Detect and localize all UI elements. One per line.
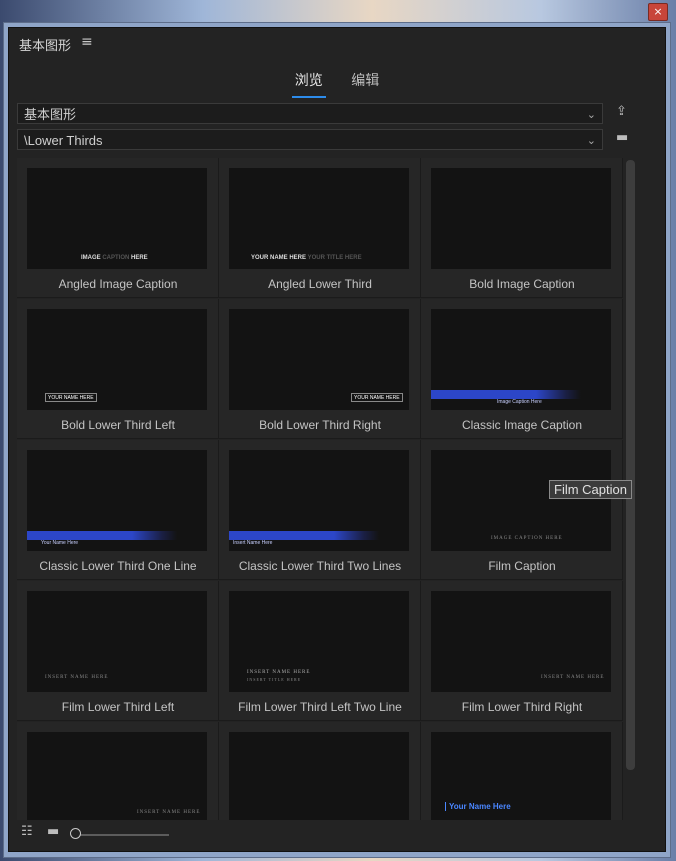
essential-graphics-panel: 基本图形 ≡ 浏览 编辑 基本图形 ⌄ ⇪ \Lower Thirds ⌄ ▬ … [8,27,666,852]
tab-browse[interactable]: 浏览 [291,68,326,98]
template-tile[interactable]: INSERT NAME HERE INSERT TITLE HERE Film … [219,581,421,721]
preview-text: INSERT NAME HERE [45,675,109,680]
template-tile[interactable]: Bold Image Caption [421,158,623,298]
template-tile[interactable]: YOUR NAME HERE YOUR TITLE HERE Angled Lo… [219,158,421,298]
template-tile[interactable]: INSERT NAME HERE [17,722,219,820]
zoom-slider-track[interactable] [79,834,169,836]
template-thumbnail: IMAGE CAPTION HERE [27,168,207,269]
bottom-toolbar: ☷ ▬ [9,820,665,850]
preview-text: Your Name Here [41,540,79,546]
template-label: Classic Lower Third One Line [39,559,197,573]
library-select-value: 基本图形 [24,107,77,122]
template-label: Bold Lower Third Left [61,418,175,432]
template-label: Bold Lower Third Right [259,418,381,432]
preview-text: YOUR NAME HERE [45,393,97,402]
template-tile[interactable]: Image Caption Here Classic Image Caption [421,299,623,439]
tab-edit[interactable]: 编辑 [348,68,382,96]
panel-title-bar: 基本图形 ≡ [9,28,665,58]
preview-text: IMAGE CAPTION HERE [491,536,563,541]
preview-text: INSERT NAME HERE [137,810,201,815]
template-label: Angled Lower Third [268,277,372,291]
template-thumbnail: INSERT NAME HERE INSERT TITLE HERE [229,591,409,692]
template-thumbnail: Your Name Here [431,732,611,820]
template-thumbnail: YOUR NAME HERE [27,309,207,410]
template-tile[interactable]: INSERT NAME HERE Film Lower Third Left [17,581,219,721]
preview-subtext: INSERT TITLE HERE [247,677,302,682]
preview-text: YOUR NAME HERE [351,393,403,402]
template-thumbnail: IMAGE CAPTION HERE [431,450,611,551]
template-thumbnail: Image Caption Here [431,309,611,410]
preview-text: YOUR NAME HERE YOUR TITLE HERE [251,255,362,261]
template-label: Film Lower Third Left [61,700,175,714]
panel-title: 基本图形 [19,38,72,53]
template-tile[interactable]: YOUR NAME HERE Bold Lower Third Left [17,299,219,439]
template-tile[interactable]: IMAGE CAPTION HERE Angled Image Caption [17,158,219,298]
template-grid: IMAGE CAPTION HERE Angled Image Caption … [17,158,623,820]
template-thumbnail [431,168,611,269]
folder-select[interactable]: \Lower Thirds ⌄ [17,129,603,150]
template-label: Film Caption [488,559,556,573]
template-label: Bold Image Caption [469,277,575,291]
template-thumbnail [229,732,409,820]
template-thumbnail: YOUR NAME HERE [229,309,409,410]
template-label: Film Lower Third Right [461,700,583,714]
template-tile[interactable]: Insert Name Here Classic Lower Third Two… [219,440,421,580]
chevron-down-icon: ⌄ [586,108,596,121]
template-tile[interactable]: YOUR NAME HERE Bold Lower Third Right [219,299,421,439]
chevron-down-icon: ⌄ [586,134,596,147]
preview-text: Insert Name Here [233,540,273,546]
preview-text: Image Caption Here [497,399,542,405]
tooltip: Film Caption [549,480,632,499]
template-thumbnail: Insert Name Here [229,450,409,551]
template-thumbnail: INSERT NAME HERE [431,591,611,692]
tab-bar: 浏览 编辑 [9,68,665,98]
template-tile[interactable]: INSERT NAME HERE Film Lower Third Right [421,581,623,721]
template-thumbnail: Your Name Here [27,450,207,551]
list-view-icon[interactable]: ☷ [21,824,33,839]
template-thumbnail: INSERT NAME HERE [27,732,207,820]
template-tile[interactable]: Your Name Here [421,722,623,820]
folder-select-value: \Lower Thirds [24,133,103,148]
panel-menu-icon[interactable]: ≡ [81,34,93,50]
preview-bar: Image Caption Here [431,390,581,405]
folder-icon[interactable]: ▬ [616,130,628,145]
close-icon[interactable]: × [648,3,668,21]
template-label: Classic Image Caption [461,418,583,432]
preview-text: INSERT NAME HERE [541,675,605,680]
template-label: Film Lower Third Left Two Line [238,700,402,714]
template-label: Angled Image Caption [58,277,178,291]
template-tile[interactable] [219,722,421,820]
preview-text: INSERT NAME HERE [247,670,311,675]
library-select[interactable]: 基本图形 ⌄ [17,103,603,124]
scrollbar[interactable] [626,160,635,770]
template-tile[interactable]: IMAGE CAPTION HERE Film Caption [421,440,623,580]
template-thumbnail: YOUR NAME HERE YOUR TITLE HERE [229,168,409,269]
thumbnail-view-icon[interactable]: ▬ [47,824,59,839]
preview-text: IMAGE CAPTION HERE [81,255,148,261]
import-icon[interactable]: ⇪ [616,104,627,119]
template-thumbnail: INSERT NAME HERE [27,591,207,692]
template-tile[interactable]: Your Name Here Classic Lower Third One L… [17,440,219,580]
preview-bar: Insert Name Here [229,531,379,546]
zoom-slider-handle[interactable] [70,828,81,839]
template-label: Classic Lower Third Two Lines [238,559,402,573]
preview-text: Your Name Here [445,802,511,811]
preview-bar: Your Name Here [27,531,177,546]
